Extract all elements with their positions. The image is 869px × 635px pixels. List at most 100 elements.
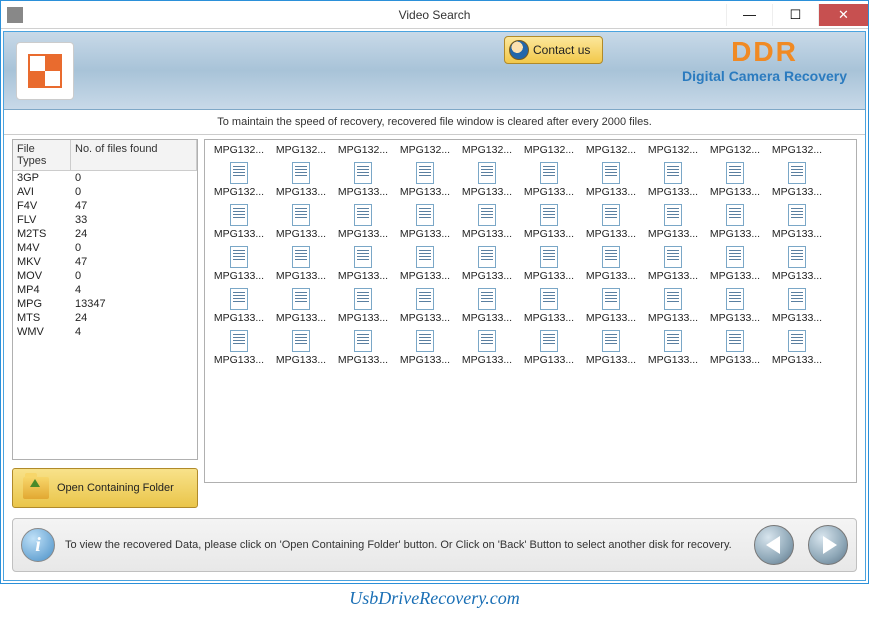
table-row[interactable]: M4V0 — [13, 241, 197, 255]
file-item[interactable]: MPG133... — [581, 204, 641, 240]
file-item[interactable]: MPG133... — [519, 246, 579, 282]
footer-bar: i To view the recovered Data, please cli… — [12, 518, 857, 572]
file-item[interactable]: MPG133... — [209, 246, 269, 282]
file-icon — [478, 162, 496, 184]
file-item[interactable]: MPG132... — [209, 162, 269, 198]
file-item[interactable]: MPG133... — [767, 204, 827, 240]
file-item[interactable]: MPG133... — [395, 246, 455, 282]
file-item[interactable]: MPG133... — [581, 288, 641, 324]
file-item[interactable]: MPG133... — [767, 288, 827, 324]
file-item[interactable]: MPG133... — [271, 204, 331, 240]
file-item[interactable]: MPG133... — [209, 288, 269, 324]
file-item[interactable]: MPG132... — [271, 142, 331, 156]
file-item[interactable]: MPG133... — [581, 330, 641, 366]
file-item[interactable]: MPG133... — [271, 330, 331, 366]
file-item[interactable]: MPG132... — [395, 142, 455, 156]
file-item[interactable]: MPG132... — [209, 142, 269, 156]
file-label: MPG133... — [586, 312, 636, 324]
file-item[interactable]: MPG132... — [767, 142, 827, 156]
table-row[interactable]: MTS24 — [13, 311, 197, 325]
file-label: MPG132... — [214, 144, 264, 156]
file-item[interactable]: MPG133... — [705, 204, 765, 240]
file-item[interactable]: MPG133... — [643, 162, 703, 198]
header-banner: Contact us DDR Digital Camera Recovery — [4, 32, 865, 110]
col-header-count[interactable]: No. of files found — [71, 140, 197, 171]
file-item[interactable]: MPG133... — [395, 204, 455, 240]
file-item[interactable]: MPG133... — [705, 330, 765, 366]
file-item[interactable]: MPG133... — [333, 246, 393, 282]
file-item[interactable]: MPG133... — [209, 204, 269, 240]
file-item[interactable]: MPG133... — [705, 162, 765, 198]
table-row[interactable]: MOV0 — [13, 269, 197, 283]
file-item[interactable]: MPG133... — [271, 288, 331, 324]
file-icon — [416, 162, 434, 184]
table-row[interactable]: F4V47 — [13, 199, 197, 213]
file-item[interactable]: MPG133... — [767, 246, 827, 282]
file-item[interactable]: MPG133... — [643, 330, 703, 366]
contact-us-button[interactable]: Contact us — [504, 36, 603, 64]
file-label: MPG133... — [772, 186, 822, 198]
maximize-button[interactable]: ☐ — [772, 4, 818, 26]
file-item[interactable]: MPG133... — [333, 288, 393, 324]
file-item[interactable]: MPG133... — [333, 330, 393, 366]
file-item[interactable]: MPG133... — [643, 288, 703, 324]
file-item[interactable]: MPG132... — [333, 142, 393, 156]
next-button[interactable] — [808, 525, 848, 565]
minimize-button[interactable]: — — [726, 4, 772, 26]
file-item[interactable]: MPG133... — [519, 330, 579, 366]
file-item[interactable]: MPG132... — [457, 142, 517, 156]
file-item[interactable]: MPG132... — [519, 142, 579, 156]
file-item[interactable]: MPG133... — [457, 288, 517, 324]
file-label: MPG132... — [400, 144, 450, 156]
file-item[interactable]: MPG132... — [581, 142, 641, 156]
file-item[interactable]: MPG133... — [457, 204, 517, 240]
filetypes-body: 3GP0AVI0F4V47FLV33M2TS24M4V0MKV47MOV0MP4… — [13, 171, 197, 459]
file-item[interactable]: MPG133... — [519, 204, 579, 240]
file-item[interactable]: MPG133... — [519, 162, 579, 198]
table-row[interactable]: MKV47 — [13, 255, 197, 269]
file-item[interactable]: MPG132... — [705, 142, 765, 156]
file-item[interactable]: MPG133... — [581, 162, 641, 198]
cell-count: 4 — [71, 283, 197, 297]
file-item[interactable]: MPG133... — [395, 288, 455, 324]
file-item[interactable]: MPG133... — [643, 246, 703, 282]
file-item[interactable]: MPG133... — [457, 246, 517, 282]
table-row[interactable]: 3GP0 — [13, 171, 197, 185]
col-header-type[interactable]: File Types — [13, 140, 71, 171]
file-item[interactable]: MPG133... — [705, 246, 765, 282]
file-item[interactable]: MPG133... — [271, 246, 331, 282]
file-item[interactable]: MPG133... — [209, 330, 269, 366]
file-item[interactable]: MPG133... — [705, 288, 765, 324]
open-containing-folder-button[interactable]: Open Containing Folder — [12, 468, 198, 508]
recovered-files-pane[interactable]: MPG132...MPG132...MPG132...MPG132...MPG1… — [204, 139, 857, 483]
file-item[interactable]: MPG133... — [333, 162, 393, 198]
file-label: MPG133... — [214, 312, 264, 324]
file-icon — [726, 330, 744, 352]
back-button[interactable] — [754, 525, 794, 565]
table-row[interactable]: AVI0 — [13, 185, 197, 199]
file-icon — [354, 288, 372, 310]
file-item[interactable]: MPG132... — [643, 142, 703, 156]
table-row[interactable]: MPG13347 — [13, 297, 197, 311]
file-item[interactable]: MPG133... — [519, 288, 579, 324]
table-row[interactable]: M2TS24 — [13, 227, 197, 241]
close-button[interactable]: ✕ — [818, 4, 868, 26]
file-item[interactable]: MPG133... — [767, 330, 827, 366]
file-label: MPG133... — [462, 228, 512, 240]
cell-type: 3GP — [13, 171, 71, 185]
table-row[interactable]: WMV4 — [13, 325, 197, 339]
file-label: MPG133... — [648, 186, 698, 198]
file-item[interactable]: MPG133... — [643, 204, 703, 240]
file-item[interactable]: MPG133... — [457, 162, 517, 198]
file-item[interactable]: MPG133... — [271, 162, 331, 198]
table-row[interactable]: MP44 — [13, 283, 197, 297]
file-item[interactable]: MPG133... — [333, 204, 393, 240]
file-item[interactable]: MPG133... — [457, 330, 517, 366]
file-icon — [292, 246, 310, 268]
file-label: MPG133... — [586, 228, 636, 240]
file-item[interactable]: MPG133... — [767, 162, 827, 198]
table-row[interactable]: FLV33 — [13, 213, 197, 227]
file-item[interactable]: MPG133... — [395, 330, 455, 366]
file-item[interactable]: MPG133... — [395, 162, 455, 198]
file-item[interactable]: MPG133... — [581, 246, 641, 282]
